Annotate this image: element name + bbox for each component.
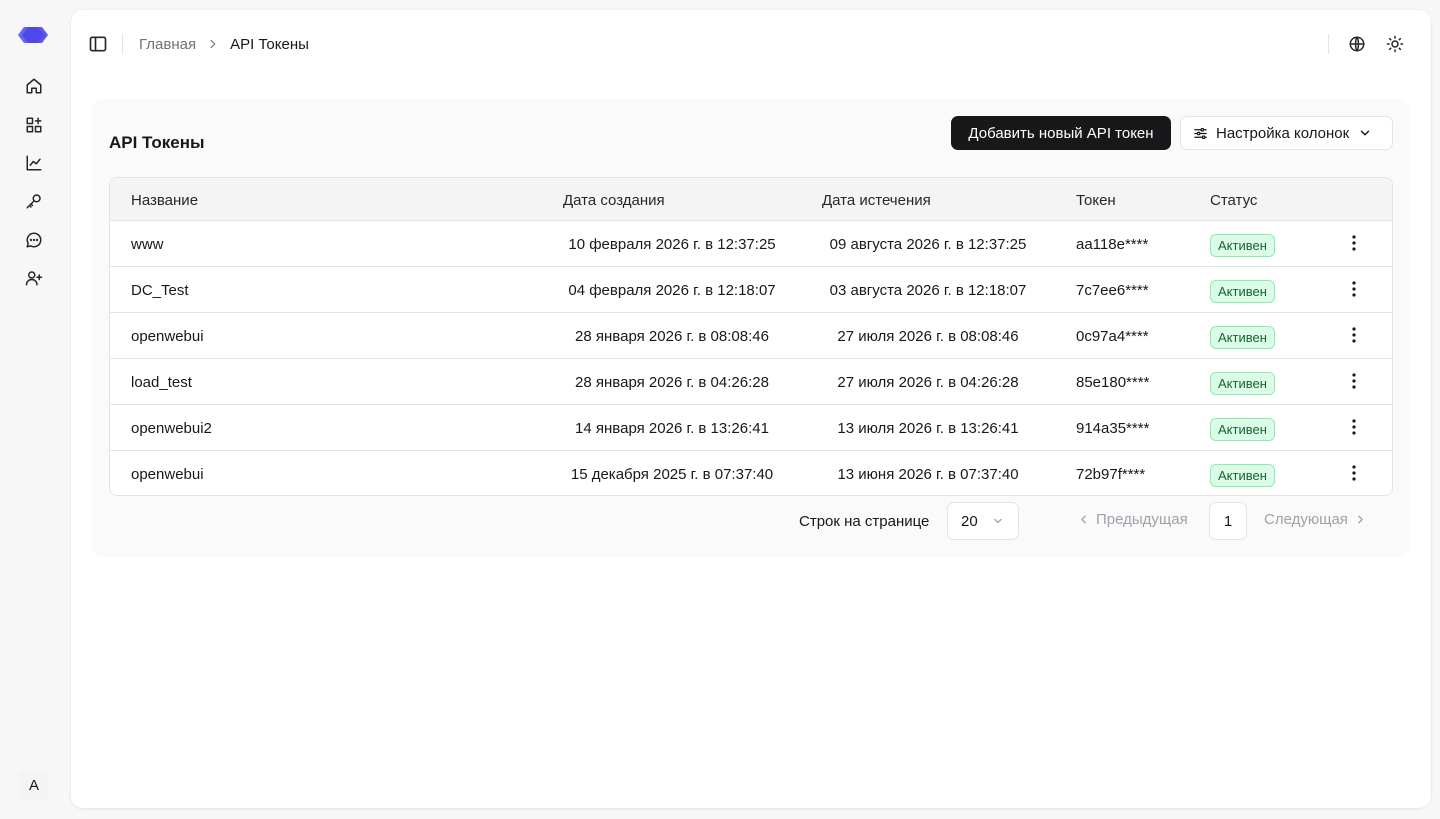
token-name: www	[131, 236, 164, 253]
token-value: aa118e****	[1076, 236, 1149, 253]
table-row[interactable]: openwebui 15 декабря 2025 г. в 07:37:40 13…	[110, 451, 1392, 495]
logo-icon[interactable]	[16, 25, 50, 45]
header-name[interactable]: Название	[131, 192, 198, 209]
token-value: 72b97f****	[1076, 466, 1146, 483]
chevron-down-icon	[1360, 130, 1370, 136]
created-date: 15 декабря 2025 г. в 07:37:40	[570, 466, 774, 483]
expires-date: 13 июня 2026 г. в 07:37:40	[837, 466, 1019, 483]
table-header: Название Дата создания Дата истечения То…	[110, 178, 1392, 221]
more-options-icon[interactable]	[1345, 325, 1363, 345]
status-badge: Активен	[1210, 372, 1275, 395]
header-token[interactable]: Токен	[1076, 192, 1116, 209]
table-row[interactable]: openwebui 28 января 2026 г. в 08:08:46 27 …	[110, 313, 1392, 359]
user-plus-icon[interactable]	[22, 266, 46, 290]
chevron-right-icon	[1358, 515, 1363, 524]
created-date: 10 февраля 2026 г. в 12:37:25	[568, 236, 776, 253]
columns-settings-label: Настройка колонок	[1216, 124, 1350, 142]
status-badge: Активен	[1210, 464, 1275, 487]
expires-date: 27 июля 2026 г. в 04:26:28	[837, 374, 1019, 391]
header-status[interactable]: Статус	[1210, 192, 1257, 209]
more-options-icon[interactable]	[1345, 371, 1363, 391]
divider	[122, 34, 123, 54]
main-panel: Главная API Токены API Токены Добавить н…	[71, 10, 1431, 808]
columns-settings-button[interactable]: Настройка колонок	[1180, 116, 1393, 150]
token-value: 914a35****	[1076, 420, 1150, 437]
token-value: 7c7ee6****	[1076, 282, 1149, 299]
theme-sun-icon[interactable]	[1384, 33, 1406, 55]
token-name: openwebui2	[131, 420, 212, 437]
expires-date: 13 июля 2026 г. в 13:26:41	[837, 420, 1019, 437]
next-page-label: Следующая	[1264, 511, 1348, 528]
more-options-icon[interactable]	[1345, 233, 1363, 253]
prev-page-button[interactable]: Предыдущая	[1077, 511, 1188, 528]
chevron-left-icon	[1081, 515, 1086, 524]
tokens-card: API Токены Добавить новый API токен Наст…	[92, 99, 1410, 557]
breadcrumb: Главная API Токены	[139, 35, 309, 53]
token-name: DC_Test	[131, 282, 189, 299]
home-icon[interactable]	[22, 74, 46, 98]
add-token-button[interactable]: Добавить новый API токен	[951, 116, 1171, 150]
status-badge: Активен	[1210, 418, 1275, 441]
header-created[interactable]: Дата создания	[563, 192, 665, 209]
chevron-down-icon	[994, 518, 1002, 524]
token-value: 85e180****	[1076, 374, 1150, 391]
more-options-icon[interactable]	[1345, 417, 1363, 437]
next-page-button[interactable]: Следующая	[1264, 511, 1367, 528]
created-date: 28 января 2026 г. в 04:26:28	[575, 374, 769, 391]
chart-line-icon[interactable]	[22, 151, 46, 175]
grid-plus-icon[interactable]	[22, 113, 46, 137]
tokens-table: Название Дата создания Дата истечения То…	[109, 177, 1393, 496]
created-date: 14 января 2026 г. в 13:26:41	[575, 420, 769, 437]
page-title: API Токены	[109, 133, 205, 152]
sidebar: A	[0, 0, 68, 819]
prev-page-label: Предыдущая	[1096, 511, 1188, 528]
language-globe-icon[interactable]	[1346, 33, 1368, 55]
status-badge: Активен	[1210, 326, 1275, 349]
rows-per-page-select[interactable]: 20	[947, 502, 1019, 540]
rows-per-page-label: Строк на странице	[799, 513, 930, 530]
token-name: load_test	[131, 374, 192, 391]
divider	[1328, 34, 1329, 54]
created-date: 28 января 2026 г. в 08:08:46	[575, 328, 769, 345]
breadcrumb-current: API Токены	[230, 35, 309, 53]
breadcrumb-home[interactable]: Главная	[139, 36, 196, 53]
more-options-icon[interactable]	[1345, 279, 1363, 299]
table-row[interactable]: load_test 28 января 2026 г. в 04:26:28 27 …	[110, 359, 1392, 405]
status-badge: Активен	[1210, 280, 1275, 303]
token-name: openwebui	[131, 466, 204, 483]
key-icon[interactable]	[22, 189, 46, 213]
expires-date: 27 июля 2026 г. в 08:08:46	[837, 328, 1019, 345]
sidebar-toggle-icon[interactable]	[88, 34, 108, 54]
header-expires[interactable]: Дата истечения	[822, 192, 931, 209]
expires-date: 03 августа 2026 г. в 12:18:07	[829, 282, 1027, 299]
table-row[interactable]: www 10 февраля 2026 г. в 12:37:25 09 авгус…	[110, 221, 1392, 267]
chevron-right-icon	[210, 39, 216, 49]
status-badge: Активен	[1210, 234, 1275, 257]
table-row[interactable]: openwebui2 14 января 2026 г. в 13:26:41 13…	[110, 405, 1392, 451]
rows-per-page-value: 20	[961, 512, 978, 530]
table-row[interactable]: DC_Test 04 февраля 2026 г. в 12:18:07 03 а…	[110, 267, 1392, 313]
sliders-icon	[1194, 127, 1207, 139]
chat-icon[interactable]	[22, 228, 46, 252]
expires-date: 09 августа 2026 г. в 12:37:25	[829, 236, 1027, 253]
page-number-button[interactable]: 1	[1209, 502, 1247, 540]
avatar[interactable]: A	[19, 770, 49, 800]
token-value: 0c97a4****	[1076, 328, 1149, 345]
token-name: openwebui	[131, 328, 204, 345]
created-date: 04 февраля 2026 г. в 12:18:07	[568, 282, 776, 299]
more-options-icon[interactable]	[1345, 463, 1363, 483]
